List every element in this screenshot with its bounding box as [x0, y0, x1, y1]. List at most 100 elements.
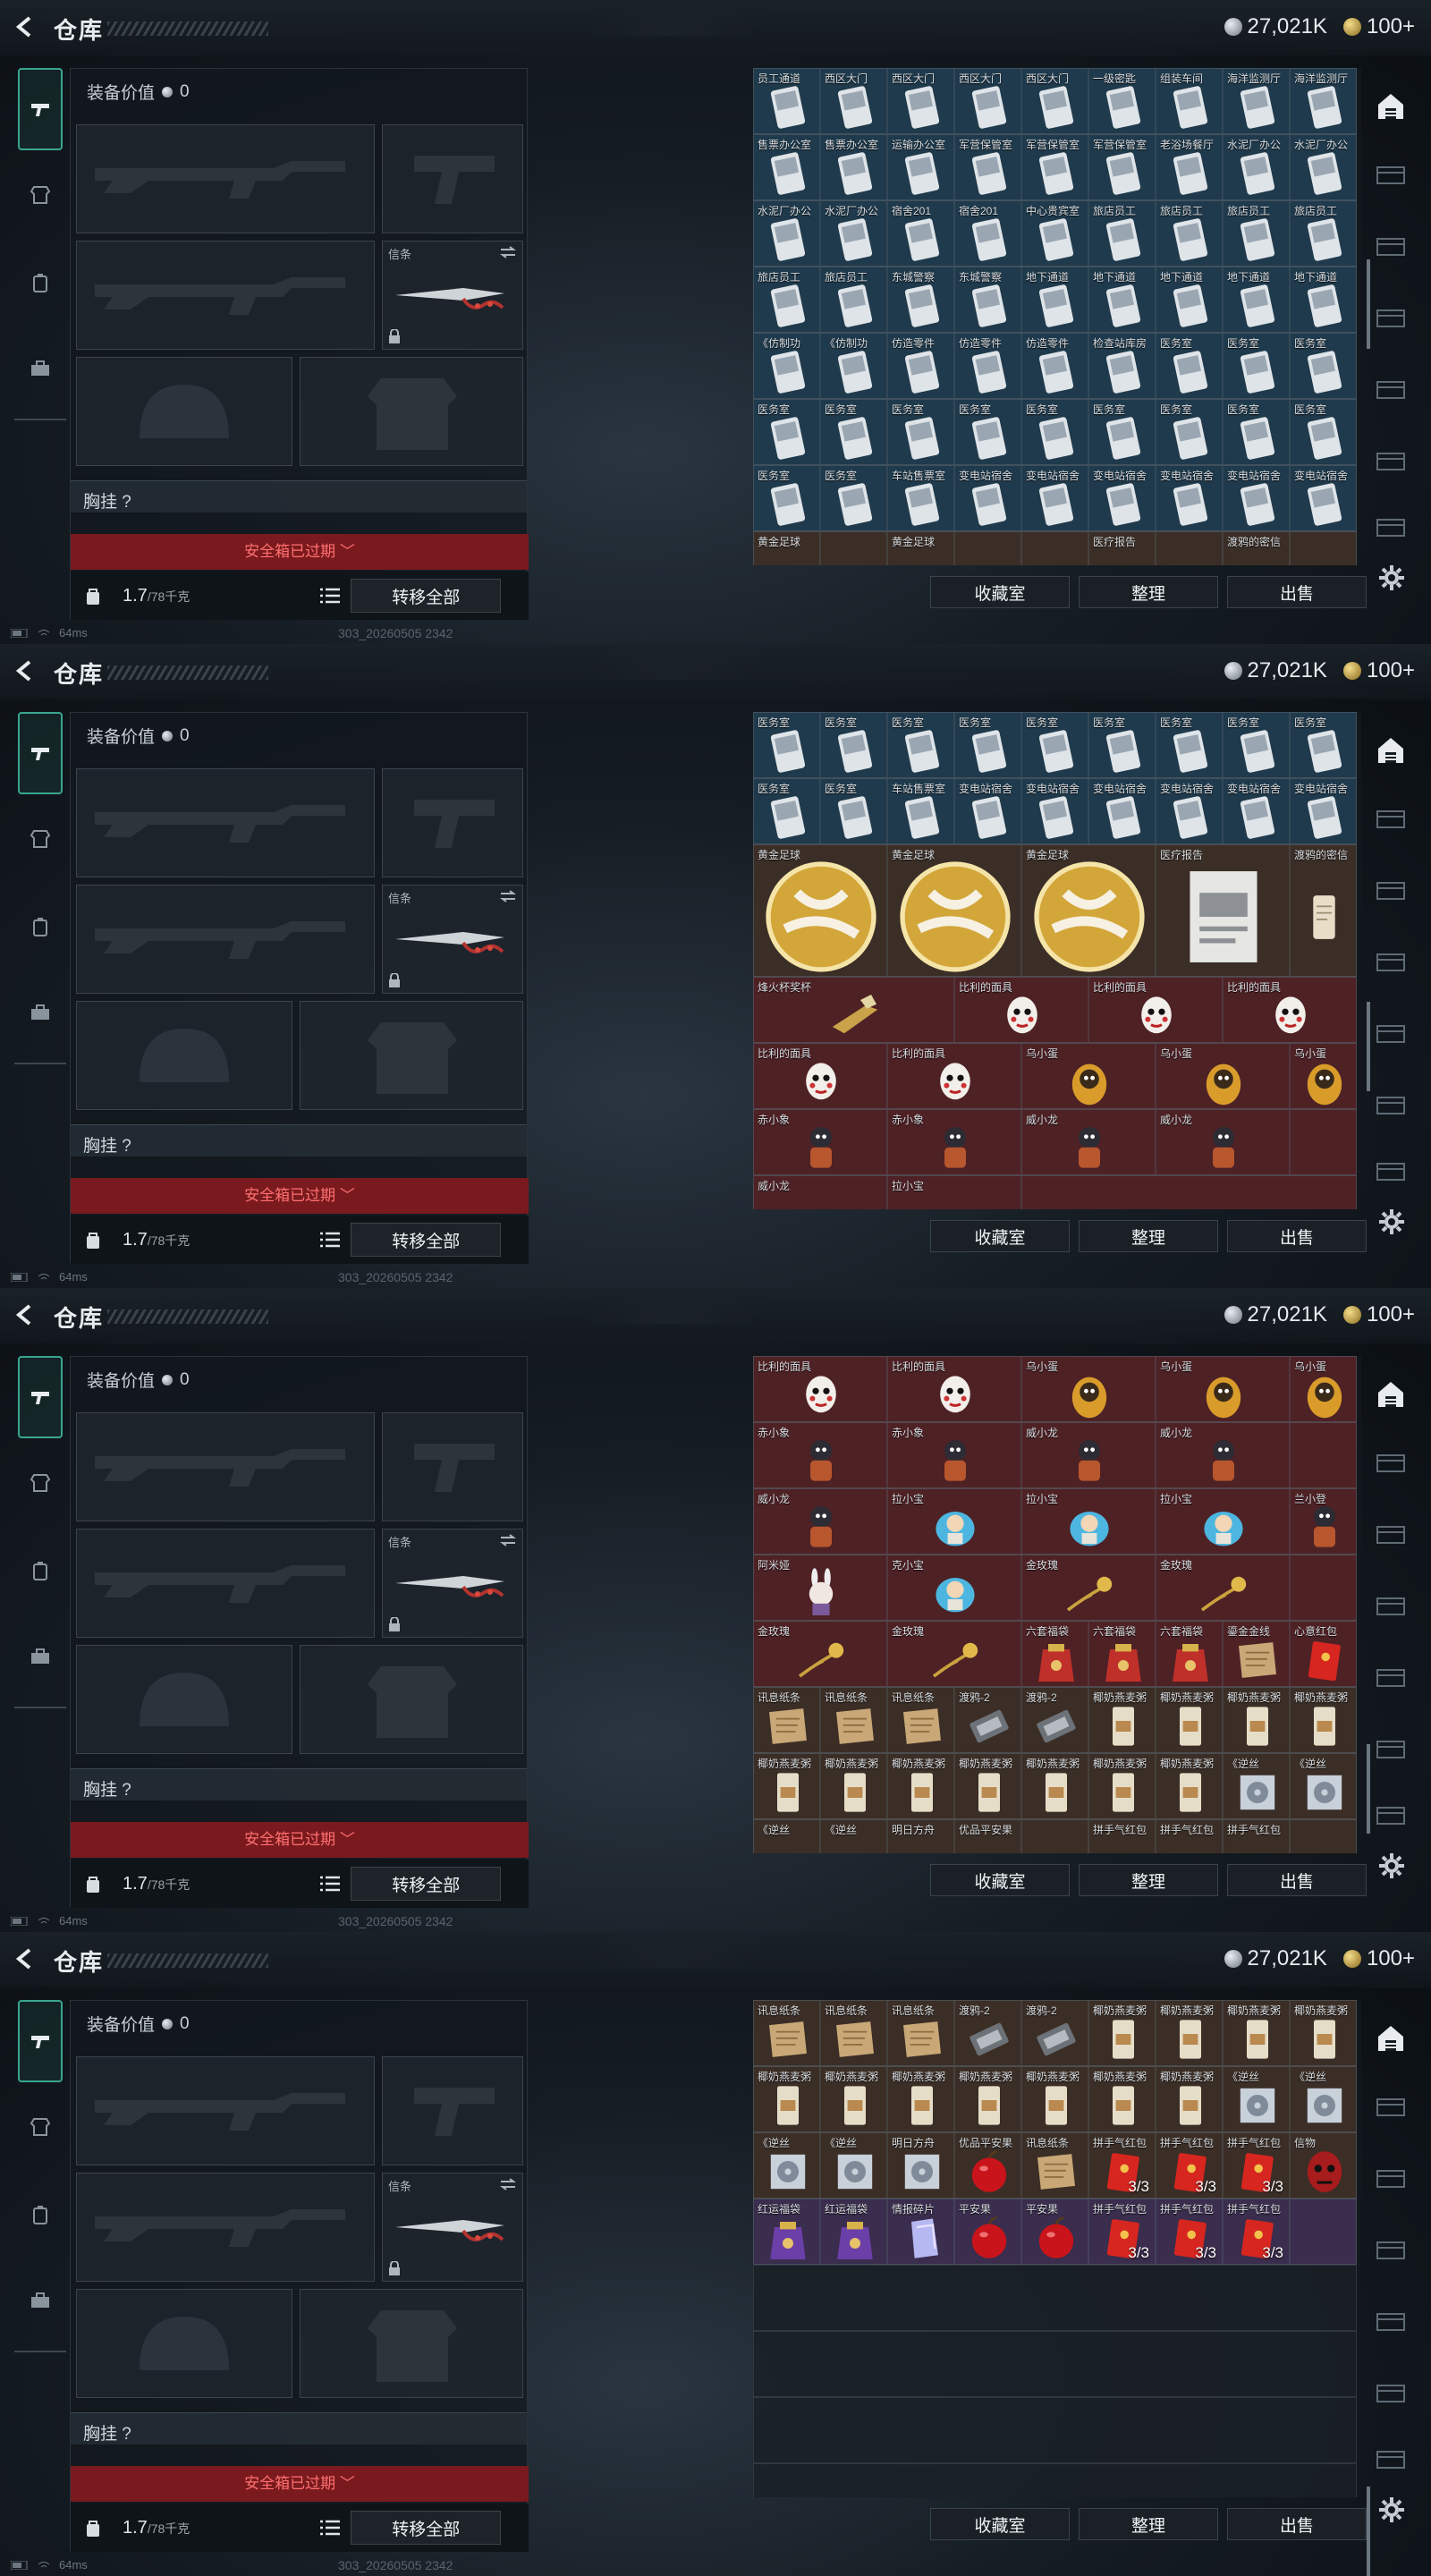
inventory-item[interactable]: 《逆丝	[820, 2132, 887, 2199]
sell-button[interactable]: 出售	[1227, 1220, 1367, 1252]
inventory-item[interactable]: 比利的面具	[887, 1043, 1021, 1109]
inventory-item[interactable]: 医务室	[1156, 333, 1223, 399]
inventory-item[interactable]: 拼手气红包 3/3	[1156, 2199, 1223, 2265]
rightnav-storage-4[interactable]	[1370, 1013, 1411, 1054]
inventory-item[interactable]: 医务室	[820, 399, 887, 465]
rightnav-warehouse[interactable]	[1370, 86, 1411, 127]
rightnav-storage-1[interactable]	[1370, 2086, 1411, 2127]
gear-icon[interactable]	[1377, 564, 1406, 592]
inventory-item[interactable]: 椰奶燕麦粥	[1223, 1687, 1290, 1753]
inventory-item[interactable]: 宿舍201	[954, 200, 1021, 267]
silver-coin-balance[interactable]: 27,021K	[1224, 14, 1327, 39]
rightnav-storage-5[interactable]	[1370, 1728, 1411, 1769]
secondary-weapon-slot[interactable]	[76, 1529, 375, 1638]
inventory-item[interactable]: 讯息纸条	[753, 1687, 820, 1753]
inventory-item[interactable]: 医务室	[1290, 399, 1357, 465]
inventory-item[interactable]: 椰奶燕麦粥	[753, 1753, 820, 1819]
inventory-item[interactable]: 优品平安果	[954, 1819, 1021, 1853]
inventory-item[interactable]: 《仿制功	[820, 333, 887, 399]
primary-weapon-slot[interactable]	[76, 124, 375, 233]
inventory-item[interactable]: 黄金足球	[1021, 844, 1156, 977]
inventory-item[interactable]: 赤小象	[887, 1422, 1021, 1488]
inventory-item[interactable]: 椰奶燕麦粥	[1088, 1687, 1156, 1753]
inventory-item[interactable]: 比利的面具	[887, 1356, 1021, 1422]
inventory-item[interactable]: 变电站宿舍	[1088, 778, 1156, 844]
inventory-item[interactable]: 椰奶燕麦粥	[1021, 1753, 1088, 1819]
inventory-item[interactable]: 乌小蛋	[1290, 1356, 1357, 1422]
inventory-item[interactable]: 医务室	[820, 778, 887, 844]
inventory-item[interactable]: 军营保管室	[1088, 134, 1156, 200]
inventory-item[interactable]: 椰奶燕麦粥	[1156, 2000, 1223, 2066]
inventory-item[interactable]: 宿舍201	[887, 200, 954, 267]
primary-weapon-slot[interactable]	[76, 2056, 375, 2165]
rightnav-storage-1[interactable]	[1370, 154, 1411, 195]
inventory-item[interactable]: 兰小登	[1290, 1488, 1357, 1555]
inventory-item[interactable]: 旅店员工	[820, 267, 887, 333]
gear-icon[interactable]	[1377, 2496, 1406, 2524]
back-arrow-icon[interactable]	[13, 658, 38, 683]
inventory-item[interactable]: 运输办公室	[887, 134, 954, 200]
pistol-slot[interactable]	[382, 124, 523, 233]
inventory-item[interactable]: 西区大门	[1021, 68, 1088, 134]
inventory-item[interactable]: 医疗报告	[1088, 531, 1156, 565]
primary-weapon-slot[interactable]	[76, 768, 375, 877]
inventory-item[interactable]: 乌小蛋	[1021, 1043, 1156, 1109]
melee-slot[interactable]: 信条	[382, 885, 523, 994]
inventory-item[interactable]: 老浴场餐厅	[1156, 134, 1223, 200]
inventory-item[interactable]: 椰奶燕麦粥	[887, 1753, 954, 1819]
nav-case[interactable]	[18, 2259, 63, 2342]
inventory-item[interactable]: 地下通道	[1223, 267, 1290, 333]
inventory-item[interactable]: 医务室	[1290, 333, 1357, 399]
inventory-item[interactable]: 优品平安果	[954, 2132, 1021, 2199]
inventory-item[interactable]: 医务室	[887, 712, 954, 778]
inventory-item[interactable]: 组装车间	[1156, 68, 1223, 134]
transfer-all-button[interactable]: 转移全部	[351, 1867, 502, 1901]
helmet-slot[interactable]	[76, 2289, 292, 2398]
gold-coin-balance[interactable]: 100+	[1342, 1302, 1415, 1327]
inventory-item[interactable]: 医务室	[1021, 399, 1088, 465]
inventory-item[interactable]: 赤小象	[887, 1109, 1021, 1175]
inventory-item[interactable]: 旅店员工	[1088, 200, 1156, 267]
inventory-item[interactable]: 威小龙	[1021, 1109, 1156, 1175]
back-arrow-icon[interactable]	[13, 1302, 38, 1327]
inventory-item[interactable]: 拼手气红包 3/3	[1156, 2132, 1223, 2199]
safe-box-expired-banner[interactable]: 安全箱已过期 ﹀	[71, 1178, 529, 1214]
gold-coin-balance[interactable]: 100+	[1342, 1946, 1415, 1971]
sort-button[interactable]: 整理	[1079, 1220, 1218, 1252]
inventory-item[interactable]: 渡鸦的密信	[1290, 844, 1357, 977]
inventory-item[interactable]: 变电站宿舍	[1223, 465, 1290, 531]
inventory-item[interactable]: 明日方舟	[887, 1819, 954, 1853]
inventory-item[interactable]: 员工通道	[753, 68, 820, 134]
inventory-item[interactable]: 医务室	[1088, 399, 1156, 465]
safe-box-expired-banner[interactable]: 安全箱已过期 ﹀	[71, 1822, 529, 1858]
inventory-item[interactable]: 渡鸦-2	[1021, 1687, 1088, 1753]
inventory-item[interactable]: 医疗报告	[1156, 844, 1290, 977]
nav-backpack[interactable]	[18, 1530, 63, 1612]
inventory-item[interactable]: 《仿制功	[753, 333, 820, 399]
inventory-item[interactable]: 变电站宿舍	[1156, 465, 1223, 531]
inventory-item[interactable]: 拼手气红包	[1088, 1819, 1156, 1853]
inventory-item[interactable]: 六套福袋	[1021, 1621, 1088, 1687]
nav-backpack[interactable]	[18, 242, 63, 324]
inventory-item[interactable]: 椰奶燕麦粥	[954, 2066, 1021, 2132]
inventory-item[interactable]: 西区大门	[820, 68, 887, 134]
inventory-item[interactable]: 仿造零件	[887, 333, 954, 399]
list-icon[interactable]	[320, 1876, 341, 1892]
inventory-item[interactable]: 椰奶燕麦粥	[820, 1753, 887, 1819]
inventory-item[interactable]: 黄金足球	[887, 844, 1021, 977]
inventory-item[interactable]: 椰奶燕麦粥	[1223, 2000, 1290, 2066]
inventory-item[interactable]: 医务室	[753, 712, 820, 778]
inventory-item[interactable]: 一级密匙	[1088, 68, 1156, 134]
inventory-item[interactable]: 《逆丝	[820, 1819, 887, 1853]
inventory-item[interactable]: 变电站宿舍	[1021, 778, 1088, 844]
nav-case[interactable]	[18, 1615, 63, 1698]
gear-icon[interactable]	[1377, 1208, 1406, 1236]
inventory-item[interactable]: 乌小蛋	[1290, 1043, 1357, 1109]
inventory-item[interactable]: 烽火杯奖杯	[753, 977, 954, 1043]
inventory-item[interactable]: 东城警察	[954, 267, 1021, 333]
inventory-item[interactable]: 乌小蛋	[1156, 1043, 1290, 1109]
chest-rig-slot[interactable]: 胸挂 ?	[71, 1768, 527, 1801]
rightnav-storage-6[interactable]	[1370, 1794, 1411, 1835]
inventory-item[interactable]: 变电站宿舍	[1021, 465, 1088, 531]
pistol-slot[interactable]	[382, 768, 523, 877]
